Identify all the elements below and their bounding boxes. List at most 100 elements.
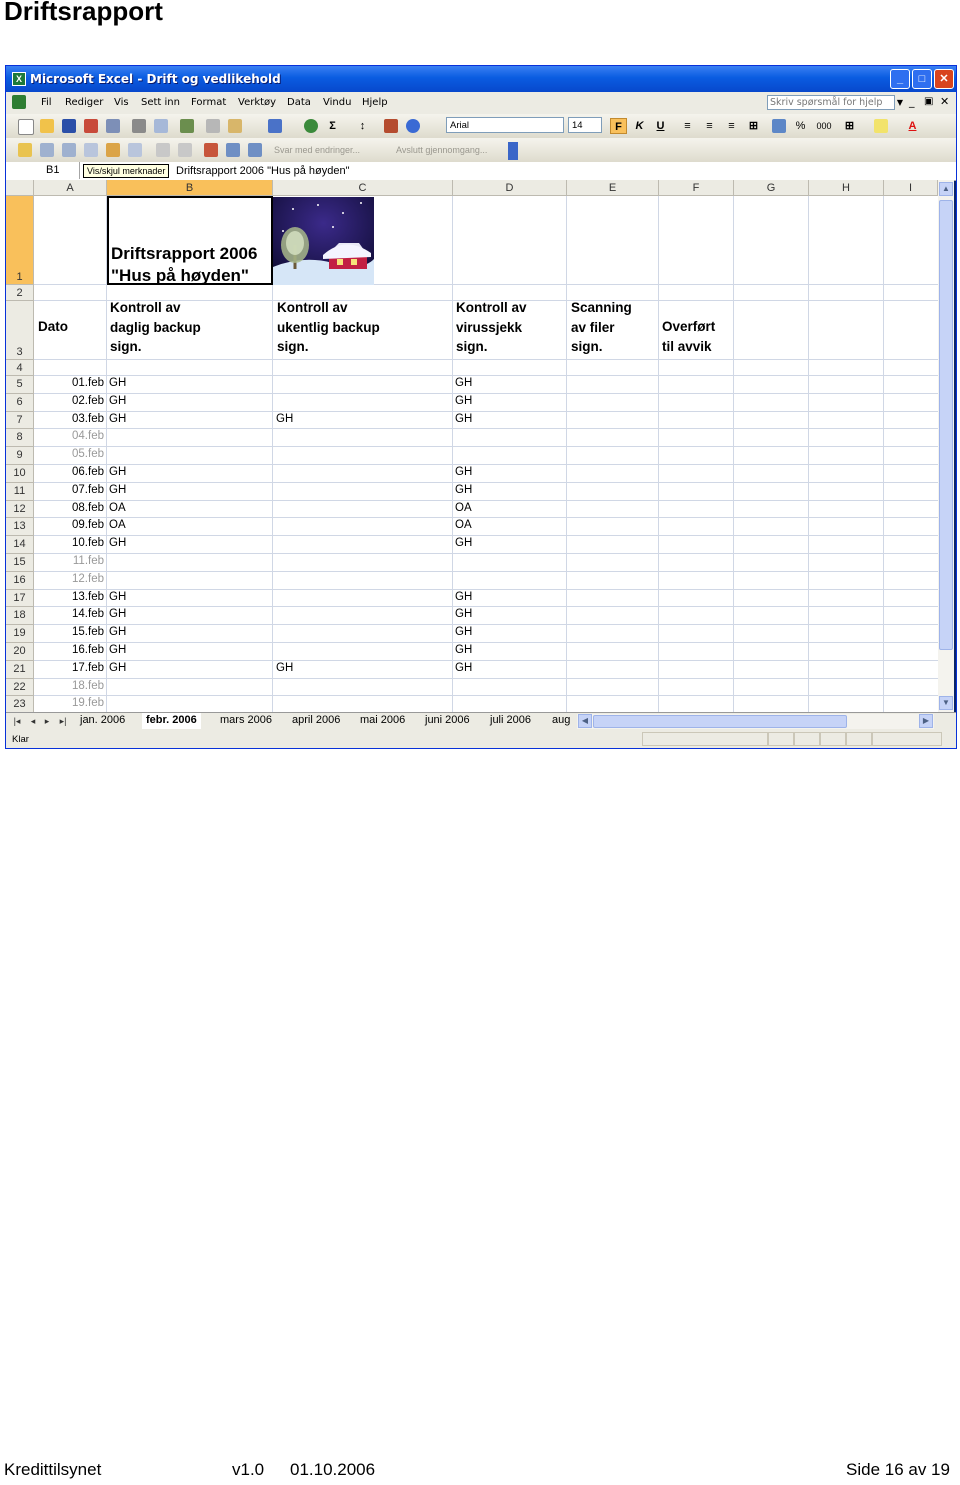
- close-button[interactable]: ✕: [934, 69, 954, 89]
- row-header-2[interactable]: 2: [6, 285, 34, 301]
- protect-icon[interactable]: [248, 143, 262, 157]
- row-header-13[interactable]: 13: [6, 518, 34, 537]
- hyperlink-icon[interactable]: [304, 119, 318, 133]
- row-header-4[interactable]: 4: [6, 360, 34, 376]
- column-header-b[interactable]: B: [107, 180, 273, 196]
- menu-data[interactable]: Data: [287, 97, 311, 108]
- row-header-12[interactable]: 12: [6, 500, 34, 519]
- virus-check-cell[interactable]: OA: [455, 519, 472, 531]
- menu-rediger[interactable]: Rediger: [65, 97, 103, 108]
- column-header-g[interactable]: G: [734, 180, 809, 196]
- percent-button[interactable]: %: [792, 118, 809, 134]
- name-box[interactable]: B1: [6, 162, 80, 179]
- date-cell[interactable]: 05.feb: [36, 448, 104, 460]
- sheet-tab-jan[interactable]: jan. 2006: [80, 713, 125, 729]
- open-icon[interactable]: [40, 119, 54, 133]
- horizontal-scrollbar[interactable]: ◀ ▶: [577, 714, 934, 729]
- email-icon[interactable]: [106, 119, 120, 133]
- virus-check-cell[interactable]: GH: [455, 537, 472, 549]
- italic-button[interactable]: K: [631, 118, 648, 134]
- row-header-21[interactable]: 21: [6, 660, 34, 679]
- scroll-down-icon[interactable]: ▼: [939, 696, 953, 710]
- underline-button[interactable]: U: [652, 118, 669, 134]
- row-header-9[interactable]: 9: [6, 447, 34, 465]
- column-header-a[interactable]: A: [34, 180, 107, 196]
- daily-backup-cell[interactable]: GH: [109, 662, 126, 674]
- next-sheet-icon[interactable]: ▸: [40, 714, 54, 729]
- merge-center-icon[interactable]: ⊞: [745, 118, 762, 134]
- align-right-icon[interactable]: ≡: [723, 118, 740, 134]
- new-icon[interactable]: [18, 119, 34, 135]
- daily-backup-cell[interactable]: GH: [109, 608, 126, 620]
- align-left-icon[interactable]: ≡: [679, 118, 696, 134]
- reply-icon[interactable]: [40, 143, 54, 157]
- sheet-tab-mai[interactable]: mai 2006: [360, 713, 405, 729]
- date-cell[interactable]: 13.feb: [36, 591, 104, 603]
- sort-ascending-icon[interactable]: ↕: [354, 118, 371, 134]
- help-dropdown-icon[interactable]: ▼: [895, 95, 905, 110]
- date-cell[interactable]: 01.feb: [36, 377, 104, 389]
- selected-cell-b1[interactable]: Driftsrapport 2006 "Hus på høyden": [107, 196, 273, 285]
- date-cell[interactable]: 11.feb: [36, 555, 104, 567]
- daily-backup-cell[interactable]: GH: [109, 466, 126, 478]
- row-header-8[interactable]: 8: [6, 429, 34, 448]
- row-header-16[interactable]: 16: [6, 571, 34, 590]
- virus-check-cell[interactable]: GH: [455, 591, 472, 603]
- date-cell[interactable]: 19.feb: [36, 697, 104, 709]
- track-changes-icon[interactable]: [156, 143, 170, 157]
- daily-backup-cell[interactable]: GH: [109, 591, 126, 603]
- column-header-d[interactable]: D: [453, 180, 567, 196]
- maximize-button[interactable]: □: [912, 69, 932, 89]
- sheet-tab-aug[interactable]: aug: [552, 713, 570, 729]
- autosum-icon[interactable]: Σ: [324, 118, 341, 134]
- date-cell[interactable]: 07.feb: [36, 484, 104, 496]
- date-cell[interactable]: 17.feb: [36, 662, 104, 674]
- comment-icon[interactable]: [84, 143, 98, 157]
- date-cell[interactable]: 14.feb: [36, 608, 104, 620]
- folder-icon[interactable]: [18, 143, 32, 157]
- horizontal-scroll-thumb[interactable]: [593, 715, 847, 728]
- virus-check-cell[interactable]: GH: [455, 644, 472, 656]
- date-cell[interactable]: 06.feb: [36, 466, 104, 478]
- first-sheet-icon[interactable]: |◂: [10, 714, 24, 729]
- formula-input[interactable]: Driftsrapport 2006 "Hus på høyden": [176, 163, 350, 179]
- forward-icon[interactable]: [62, 143, 76, 157]
- column-header-c[interactable]: C: [273, 180, 453, 196]
- winter-house-picture[interactable]: [273, 197, 374, 285]
- row-header-11[interactable]: 11: [6, 482, 34, 501]
- menu-verktoy[interactable]: Verktøy: [238, 97, 276, 108]
- row-header-5[interactable]: 5: [6, 376, 34, 394]
- font-name-select[interactable]: Arial: [446, 117, 564, 133]
- thousands-button[interactable]: 000: [813, 118, 835, 134]
- title-bar[interactable]: X Microsoft Excel - Drift og vedlikehold…: [6, 66, 956, 92]
- fill-color-icon[interactable]: [874, 119, 888, 133]
- menu-vis[interactable]: Vis: [114, 97, 129, 108]
- sheet-tab-mars[interactable]: mars 2006: [220, 713, 272, 729]
- column-header-h[interactable]: H: [809, 180, 884, 196]
- weekly-backup-cell[interactable]: GH: [276, 662, 293, 674]
- select-all-corner[interactable]: [6, 180, 34, 196]
- save-icon[interactable]: [62, 119, 76, 133]
- font-size-select[interactable]: 14: [568, 117, 602, 133]
- minimize-button[interactable]: _: [890, 69, 910, 89]
- borders-icon[interactable]: ⊞: [841, 118, 858, 134]
- currency-icon[interactable]: [772, 119, 786, 133]
- help-icon[interactable]: [406, 119, 420, 133]
- workbook-share-icon[interactable]: [226, 143, 240, 157]
- virus-check-cell[interactable]: GH: [455, 484, 472, 496]
- end-review-button[interactable]: Avslutt gjennomgang...: [396, 145, 487, 155]
- undo-icon[interactable]: [268, 119, 282, 133]
- row-header-20[interactable]: 20: [6, 643, 34, 661]
- scroll-up-icon[interactable]: ▲: [939, 182, 953, 196]
- sheet-tab-juli[interactable]: juli 2006: [490, 713, 531, 729]
- date-cell[interactable]: 02.feb: [36, 395, 104, 407]
- print-preview-icon[interactable]: [154, 119, 168, 133]
- date-cell[interactable]: 04.feb: [36, 430, 104, 442]
- date-cell[interactable]: 15.feb: [36, 626, 104, 638]
- virus-check-cell[interactable]: GH: [455, 395, 472, 407]
- row-header-10[interactable]: 10: [6, 465, 34, 483]
- workbook-icon[interactable]: [12, 95, 26, 109]
- prev-sheet-icon[interactable]: ◂: [26, 714, 40, 729]
- sheet-tab-juni[interactable]: juni 2006: [425, 713, 470, 729]
- row-header-1[interactable]: 1: [6, 196, 34, 285]
